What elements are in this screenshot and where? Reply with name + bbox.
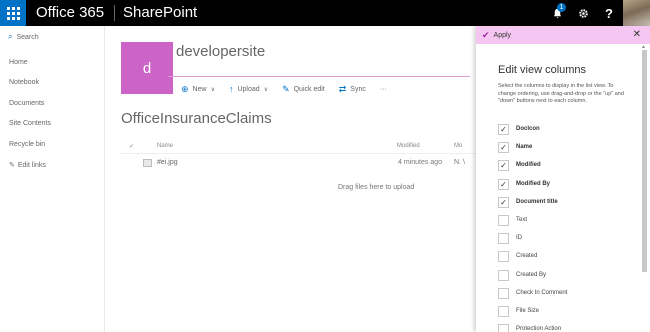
column-option-label: DocIcon xyxy=(516,126,540,132)
column-option-file-size[interactable]: File Size xyxy=(498,305,539,317)
list-title[interactable]: OfficeInsuranceClaims xyxy=(121,110,272,127)
nav-item-home[interactable]: Home xyxy=(9,59,28,66)
nav-item-site-contents[interactable]: Site Contents xyxy=(9,120,51,127)
panel-scrollbar-thumb[interactable] xyxy=(642,50,647,272)
search-icon: ⌕ xyxy=(8,32,13,41)
panel-title: Edit view columns xyxy=(498,64,587,76)
apply-bar: ✔ Apply ✕ xyxy=(476,26,650,44)
edit-links-button[interactable]: ✎ Edit links xyxy=(9,161,46,170)
checkbox[interactable] xyxy=(498,305,509,317)
column-header-name[interactable]: Name xyxy=(157,143,173,149)
column-option-label: Check In Comment xyxy=(516,290,568,296)
nav-item-documents[interactable]: Documents xyxy=(9,100,44,107)
edit-view-columns-panel: ✔ Apply ✕ Edit view columns Select the c… xyxy=(476,26,650,332)
apply-label: Apply xyxy=(493,31,512,39)
pencil-icon: ✎ xyxy=(9,162,15,169)
column-option-label: Name xyxy=(516,144,533,150)
settings-button[interactable] xyxy=(570,0,596,26)
checkbox[interactable]: ✓ xyxy=(498,159,509,171)
checkmark-icon: ✔ xyxy=(482,29,490,40)
column-option-created[interactable]: Created xyxy=(498,250,537,262)
command-bar: ⊕ New ∨ ↑ Upload ∨ ✎ Quick edit ⇄ Sync ·… xyxy=(181,83,401,95)
column-option-document-title[interactable]: ✓ Document title xyxy=(498,196,558,208)
new-button[interactable]: ⊕ New ∨ xyxy=(181,84,215,95)
plus-circle-icon: ⊕ xyxy=(181,83,189,94)
help-button[interactable]: ? xyxy=(596,0,622,26)
sync-button[interactable]: ⇄ Sync xyxy=(339,84,366,95)
column-option-label: Created By xyxy=(516,272,547,278)
suite-bar: Office 365 SharePoint 1 ? xyxy=(0,0,650,26)
site-logo[interactable]: d xyxy=(121,42,173,94)
column-option-label: File Size xyxy=(516,308,540,314)
column-header-modified-by[interactable]: Mo xyxy=(454,143,462,149)
column-option-modified-by[interactable]: ✓ Modified By xyxy=(498,178,550,190)
file-name[interactable]: #ei.jpg xyxy=(157,159,178,166)
app-name[interactable]: SharePoint xyxy=(123,0,197,26)
office365-brand[interactable]: Office 365 xyxy=(36,0,104,26)
column-option-docicon[interactable]: ✓ DocIcon xyxy=(498,123,540,135)
column-option-created-by[interactable]: Created By xyxy=(498,269,546,281)
search-label: Search xyxy=(16,33,39,41)
header-divider xyxy=(121,153,476,154)
search-box[interactable]: ⌕ Search xyxy=(8,32,39,42)
column-option-label: Protection Action xyxy=(516,326,562,332)
new-label: New xyxy=(192,85,207,93)
checkbox[interactable] xyxy=(498,250,509,262)
select-all-checkbox[interactable]: ✓ xyxy=(129,143,134,150)
sync-icon: ⇄ xyxy=(338,83,347,94)
drop-hint: Drag files here to upload xyxy=(338,184,415,191)
file-modified: 4 minutes ago xyxy=(398,159,442,166)
checkbox[interactable] xyxy=(498,269,509,281)
column-option-check-in-comment[interactable]: Check In Comment xyxy=(498,287,567,299)
column-option-label: Modified By xyxy=(516,181,550,187)
header-accent-line xyxy=(168,76,470,77)
column-option-label: ID xyxy=(516,235,522,241)
checkbox[interactable]: ✓ xyxy=(498,141,509,153)
close-icon[interactable]: ✕ xyxy=(633,29,641,40)
site-title[interactable]: developersite xyxy=(176,43,265,60)
upload-label: Upload xyxy=(237,85,260,93)
panel-description: Select the columns to display in the lis… xyxy=(498,83,624,104)
upload-button[interactable]: ↑ Upload ∨ xyxy=(229,84,268,94)
suite-divider xyxy=(114,5,115,21)
sharepoint-app: Office 365 SharePoint 1 ? ⌕ Search Home … xyxy=(0,0,650,332)
checkbox[interactable]: ✓ xyxy=(498,123,509,135)
column-option-label: Text xyxy=(516,217,528,223)
quick-edit-label: Quick edit xyxy=(293,85,325,93)
checkbox[interactable] xyxy=(498,214,509,226)
checkbox[interactable] xyxy=(498,287,509,299)
chevron-down-icon: ∨ xyxy=(210,86,215,93)
chevron-down-icon: ∨ xyxy=(263,86,269,93)
column-header-modified[interactable]: Modified xyxy=(397,143,420,149)
edit-links-label: Edit links xyxy=(17,161,46,169)
sync-label: Sync xyxy=(350,85,366,93)
nav-item-notebook[interactable]: Notebook xyxy=(9,79,39,86)
pencil-icon: ✎ xyxy=(282,83,290,94)
upload-icon: ↑ xyxy=(228,84,234,94)
column-option-id[interactable]: ID xyxy=(498,232,522,244)
column-option-name[interactable]: ✓ Name xyxy=(498,141,532,153)
quick-edit-button[interactable]: ✎ Quick edit xyxy=(282,84,325,95)
apply-button[interactable]: ✔ Apply xyxy=(482,30,511,41)
column-option-protection-action[interactable]: Protection Action xyxy=(498,323,561,332)
notifications-button[interactable]: 1 xyxy=(544,0,570,26)
checkbox[interactable]: ✓ xyxy=(498,178,509,190)
column-option-label: Document title xyxy=(516,199,558,205)
column-option-text[interactable]: Text xyxy=(498,214,527,226)
app-launcher-icon[interactable] xyxy=(0,0,26,26)
nav-item-recycle-bin[interactable]: Recycle bin xyxy=(9,141,45,148)
user-avatar[interactable] xyxy=(623,0,650,26)
gear-icon xyxy=(578,8,588,18)
checkbox[interactable] xyxy=(498,323,509,332)
file-modified-by: N. \ xyxy=(454,159,465,166)
column-option-modified[interactable]: ✓ Modified xyxy=(498,159,541,171)
column-option-label: Modified xyxy=(516,162,541,168)
checkbox[interactable] xyxy=(498,232,509,244)
image-file-icon xyxy=(143,159,152,167)
checkbox[interactable]: ✓ xyxy=(498,196,509,208)
more-button[interactable]: ··· xyxy=(380,86,387,93)
left-navigation: ⌕ Search Home Notebook Documents Site Co… xyxy=(0,26,105,332)
column-option-label: Created xyxy=(516,253,538,259)
notification-badge: 1 xyxy=(557,3,566,12)
